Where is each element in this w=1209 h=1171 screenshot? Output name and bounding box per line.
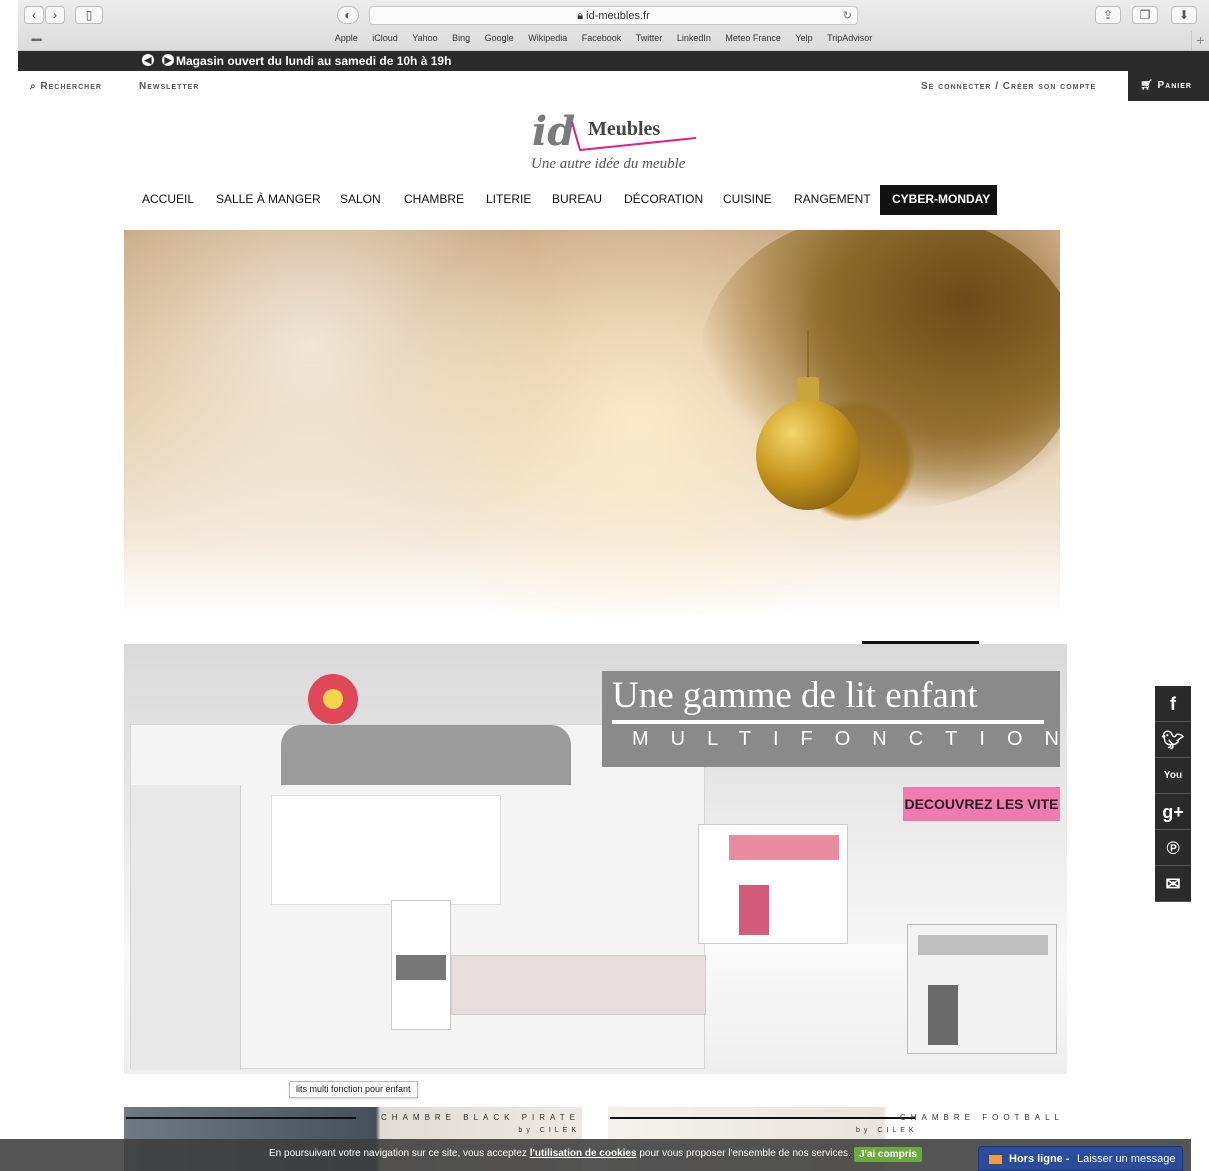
logo-tagline: Une autre idée du meuble: [531, 156, 686, 172]
youtube-icon[interactable]: You: [1155, 758, 1191, 794]
thumb-caption: CHAMBRE FOOTBALL: [899, 1113, 1064, 1122]
forward-button[interactable]: ›: [45, 6, 65, 24]
address-bar[interactable]: 🔒︎ id-meubles.fr ↻: [369, 6, 858, 25]
bookmark-item[interactable]: LinkedIn: [677, 33, 711, 43]
bed-headboard: [281, 725, 571, 785]
loft-bed-image: [130, 724, 706, 1070]
bed-mattress: [451, 955, 706, 1015]
thumb-brand: by CILEK: [518, 1127, 580, 1134]
bookmark-item[interactable]: Facebook: [582, 33, 622, 43]
cart-icon: 🛒︎: [1140, 80, 1158, 91]
lock-icon: 🔒︎: [577, 10, 587, 22]
promo-headline-box: Une gamme de lit enfant MULTIFONCTION: [602, 671, 1060, 767]
cart-button[interactable]: 🛒︎ Panier: [1128, 71, 1209, 101]
url-text: id-meubles.fr: [586, 10, 650, 22]
newsletter-link[interactable]: Newsletter: [139, 81, 199, 92]
new-tab-icon[interactable]: +: [1191, 31, 1209, 51]
bed-shelf: [271, 795, 501, 905]
site-logo[interactable]: id Meubles Une autre idée du meuble: [530, 108, 700, 176]
bookmark-item[interactable]: Yelp: [795, 33, 812, 43]
bookmark-item[interactable]: TripAdvisor: [827, 33, 872, 43]
cookie-policy-link[interactable]: l'utilisation de cookies: [530, 1148, 637, 1159]
announcement-text: Magasin ouvert du lundi au samedi de 10h…: [176, 54, 452, 68]
bookmark-item[interactable]: Google: [485, 33, 514, 43]
gray-bed-top: [918, 935, 1048, 955]
gray-loft-bed-image: [907, 924, 1057, 1054]
bookmark-item[interactable]: Yahoo: [412, 33, 437, 43]
cart-label: Panier: [1157, 80, 1192, 91]
christmas-banner[interactable]: [124, 230, 1060, 614]
privacy-icon[interactable]: ◐: [337, 6, 359, 24]
social-sidebar: f 🐦︎ You g+ ℗ ✉: [1155, 686, 1191, 902]
chat-status: Hors ligne -: [1009, 1153, 1070, 1165]
ornament-string: [807, 330, 809, 380]
thumb-rule: [610, 1117, 915, 1119]
thumb-brand: by CILEK: [856, 1127, 918, 1134]
chat-widget[interactable]: Hors ligne - Laisser un message: [978, 1146, 1183, 1171]
pinterest-icon[interactable]: ℗: [1155, 830, 1191, 866]
banner-tooltip: lits multi fonction pour enfant: [289, 1081, 418, 1098]
bed-drawer-front: [396, 955, 446, 980]
tabs-button[interactable]: ❐: [1132, 6, 1158, 24]
downloads-button[interactable]: ⬇: [1171, 6, 1197, 24]
bed-stairs: [131, 785, 241, 1070]
pink-loft-bed-image: [698, 824, 848, 944]
browser-chrome: ‹ › ▯ ◐ 🔒︎ id-meubles.fr ↻ ⇪ ❐ ⬇ ▪▪▪▪ Ap…: [18, 0, 1209, 51]
bookmark-item[interactable]: Twitter: [636, 33, 663, 43]
nav-item-chambre[interactable]: CHAMBRE: [404, 185, 464, 215]
account-link[interactable]: Se connecter / Créer son compte: [921, 81, 1096, 92]
bookmarks-bar: Apple iCloud Yahoo Bing Google Wikipedia…: [18, 33, 1189, 49]
share-button[interactable]: ⇪: [1095, 6, 1121, 24]
search-icon: ⌕: [30, 81, 41, 92]
nav-item-salon[interactable]: SALON: [340, 185, 381, 215]
nav-item-accueil[interactable]: ACCUEIL: [142, 185, 194, 215]
mail-icon[interactable]: ✉: [1155, 866, 1191, 902]
bookmark-item[interactable]: iCloud: [372, 33, 398, 43]
envelope-icon: [989, 1155, 1002, 1164]
thumb-caption: CHAMBRE BLACK PIRATE: [381, 1113, 580, 1122]
sidebar-toggle-button[interactable]: ▯: [75, 6, 103, 24]
logo-name: Meubles: [588, 118, 661, 140]
search-link[interactable]: ⌕ Rechercher: [30, 81, 102, 92]
nav-item-decoration[interactable]: DÉCORATION: [624, 185, 703, 215]
gold-ornament-image: [756, 400, 860, 510]
pink-bed-stairs: [739, 885, 769, 935]
reload-icon[interactable]: ↻: [843, 7, 852, 25]
cookie-text-after: pour vous proposer l'ensemble de nos ser…: [636, 1148, 851, 1159]
back-button[interactable]: ‹: [24, 6, 44, 24]
cookie-accept-button[interactable]: J'ai compris: [854, 1147, 922, 1162]
cookie-text: En poursuivant votre navigation sur ce s…: [269, 1148, 851, 1159]
announcement-bar: ◀ ▶ Magasin ouvert du lundi au samedi de…: [18, 51, 1209, 71]
thumb-rule: [126, 1117, 356, 1119]
flower-center: [323, 689, 343, 709]
utility-bar: ⌕ Rechercher Newsletter Se connecter / C…: [18, 71, 1209, 101]
search-label: Rechercher: [40, 81, 102, 92]
bookmark-item[interactable]: Meteo France: [725, 33, 781, 43]
discover-button[interactable]: DECOUVREZ LES VITE: [903, 787, 1060, 821]
nav-item-cuisine[interactable]: CUISINE: [723, 185, 772, 215]
promo-rule: [612, 720, 1044, 724]
nav-item-salle-a-manger[interactable]: SALLE À MANGER: [216, 185, 321, 215]
bookmark-item[interactable]: Apple: [335, 33, 358, 43]
gray-bed-stairs: [928, 985, 958, 1045]
bookmark-item[interactable]: Wikipedia: [528, 33, 567, 43]
pine-branch-image: [700, 230, 1060, 510]
promo-subhead: MULTIFONCTION: [632, 728, 1067, 750]
pink-bed-top: [729, 835, 839, 860]
googleplus-icon[interactable]: g+: [1155, 794, 1191, 830]
prev-arrow-icon[interactable]: ◀: [142, 54, 154, 66]
nav-item-rangement[interactable]: RANGEMENT: [794, 185, 871, 215]
next-arrow-icon[interactable]: ▶: [162, 54, 174, 66]
facebook-icon[interactable]: f: [1155, 686, 1191, 722]
nav-item-literie[interactable]: LITERIE: [486, 185, 531, 215]
promo-headline: Une gamme de lit enfant: [612, 675, 978, 716]
leave-message-link[interactable]: Laisser un message: [1077, 1147, 1175, 1171]
nav-item-cyber-monday[interactable]: CYBER-MONDAY: [880, 185, 997, 215]
nav-item-bureau[interactable]: BUREAU: [552, 185, 602, 215]
kids-bed-banner[interactable]: Une gamme de lit enfant MULTIFONCTION DE…: [124, 644, 1067, 1074]
bookmark-item[interactable]: Bing: [452, 33, 470, 43]
cookie-text-before: En poursuivant votre navigation sur ce s…: [269, 1148, 530, 1159]
twitter-icon[interactable]: 🐦︎: [1155, 722, 1191, 758]
